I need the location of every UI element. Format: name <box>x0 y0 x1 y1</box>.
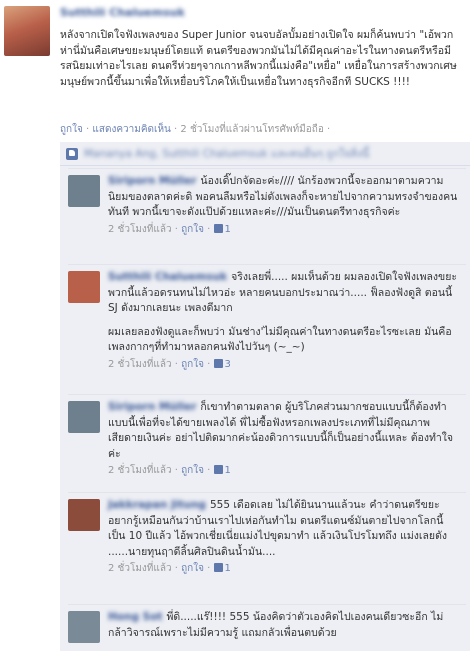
commenter-name[interactable]: Sutthili Chaluemsuk <box>108 271 227 283</box>
comment-meta: 2 ชั่วโมงที่แล้ว · ถูกใจ · 1 <box>108 561 458 577</box>
comment-meta: 2 ชั่วโมงที่แล้ว · ถูกใจ · 1 <box>108 222 458 238</box>
like-summary-bar: Mananya Ang, Sutthili Chaluemsuk และคนอื… <box>60 142 470 166</box>
separator: · <box>82 124 93 135</box>
comment-like-link[interactable]: ถูกใจ <box>181 224 204 235</box>
separator: · <box>171 465 182 476</box>
comment-body: Jakkrapan Jitung 555 เดือดเลย ไม่ได้ยินนา… <box>108 498 458 577</box>
like-count: 3 <box>224 358 231 370</box>
comment-like-link[interactable]: ถูกใจ <box>181 563 204 574</box>
comment: Siriporn Müller น้องเดิ๊ปกจัดอะค่ะ//// นั… <box>68 168 466 268</box>
commenter-name[interactable]: Jakkrapan Jitung <box>108 499 206 511</box>
comment-meta: 2 ชั่วโมงที่แล้ว · ถูกใจ · 3 <box>108 357 458 373</box>
comment-body: Siriporn Müller น้องเดิ๊ปกจัดอะค่ะ//// นั… <box>108 174 458 237</box>
thumbs-up-icon <box>66 147 78 160</box>
like-count: 1 <box>224 465 231 476</box>
comment-meta: 2 ชั่วโมงที่แล้ว · ถูกใจ · 1 <box>108 463 458 479</box>
feedback-panel: Mananya Ang, Sutthili Chaluemsuk และคนอื… <box>60 142 470 651</box>
commenter-name[interactable]: Siriporn Müller <box>108 175 196 187</box>
comment-body: Sutthili Chaluemsuk จริงเลยพี่..... ผมเห็… <box>108 270 458 372</box>
post-author-avatar[interactable] <box>4 6 50 56</box>
post-timestamp[interactable]: 2 ชั่วโมงที่แล้วผ่านโทรศัพท์มือถือ <box>180 124 323 135</box>
like-count-icon <box>213 358 223 368</box>
comment-timestamp[interactable]: 2 ชั่วโมงที่แล้ว <box>108 563 172 574</box>
post-text: หลังจากเปิดใจฟังเพลงของ Super Junior จนจ… <box>60 29 457 88</box>
commenter-avatar[interactable] <box>68 499 100 531</box>
like-count: 1 <box>224 563 231 574</box>
comment-like-link[interactable]: ถูกใจ <box>181 359 204 370</box>
comment-text-continued: ผมเลยลองฟังดูและก็พบว่า มันช่าง'ไม่มีคุณ… <box>108 325 452 354</box>
post-author-name[interactable]: Sutthili Chaluemsuk <box>60 6 185 19</box>
like-count: 1 <box>224 223 231 235</box>
like-count-icon <box>213 465 223 474</box>
separator: · <box>171 563 182 574</box>
comment: Hong Sot พี่ดิ.....แร๊!!!! 555 น้องคิดว่า… <box>68 604 466 651</box>
separator: · <box>203 223 214 235</box>
comment: Sutthili Chaluemsuk จริงเลยพี่..... ผมเห็… <box>68 264 466 394</box>
separator: · <box>323 124 331 135</box>
comment: Jakkrapan Jitung 555 เดือดเลย ไม่ได้ยินนา… <box>68 492 466 600</box>
comment-body: Hong Sot พี่ดิ.....แร๊!!!! 555 น้องคิดว่า… <box>108 610 458 641</box>
like-count-icon <box>213 223 223 233</box>
like-link[interactable]: ถูกใจ <box>60 124 83 135</box>
like-summary-text[interactable]: Mananya Ang, Sutthili Chaluemsuk และคนอื… <box>84 145 369 162</box>
like-count-icon <box>213 563 223 572</box>
comment: Siriporn Müller ก็เขาทำตามตลาด ผู้บริโภคส… <box>68 394 466 490</box>
comment-timestamp[interactable]: 2 ชั่วโมงที่แล้ว <box>108 465 172 476</box>
comment-like-count[interactable]: 1 <box>213 223 231 235</box>
separator: · <box>170 124 181 135</box>
comment-like-count[interactable]: 1 <box>213 465 231 476</box>
comment-timestamp[interactable]: 2 ชั่วโมงที่แล้ว <box>108 224 172 235</box>
commenter-name[interactable]: Hong Sot <box>108 611 162 623</box>
separator: · <box>203 465 214 476</box>
commenter-avatar[interactable] <box>68 271 100 303</box>
separator: · <box>203 563 214 574</box>
comment-like-count[interactable]: 3 <box>213 358 231 370</box>
separator: · <box>171 223 182 235</box>
commenter-avatar[interactable] <box>68 175 100 207</box>
post-actions: ถูกใจ · แสดงความคิดเห็น · 2 ชั่วโมงที่แล… <box>60 122 330 137</box>
comment-like-link[interactable]: ถูกใจ <box>181 465 204 476</box>
separator: · <box>171 358 182 370</box>
commenter-avatar[interactable] <box>68 401 100 433</box>
separator: · <box>203 358 214 370</box>
comment-timestamp[interactable]: 2 ชั่วโมงที่แล้ว <box>108 359 172 370</box>
comment-body: Siriporn Müller ก็เขาทำตามตลาด ผู้บริโภคส… <box>108 400 458 479</box>
comment-link[interactable]: แสดงความคิดเห็น <box>92 124 170 135</box>
commenter-avatar[interactable] <box>68 611 100 643</box>
commenter-name[interactable]: Siriporn Müller <box>108 401 196 413</box>
comment-like-count[interactable]: 1 <box>213 563 231 574</box>
